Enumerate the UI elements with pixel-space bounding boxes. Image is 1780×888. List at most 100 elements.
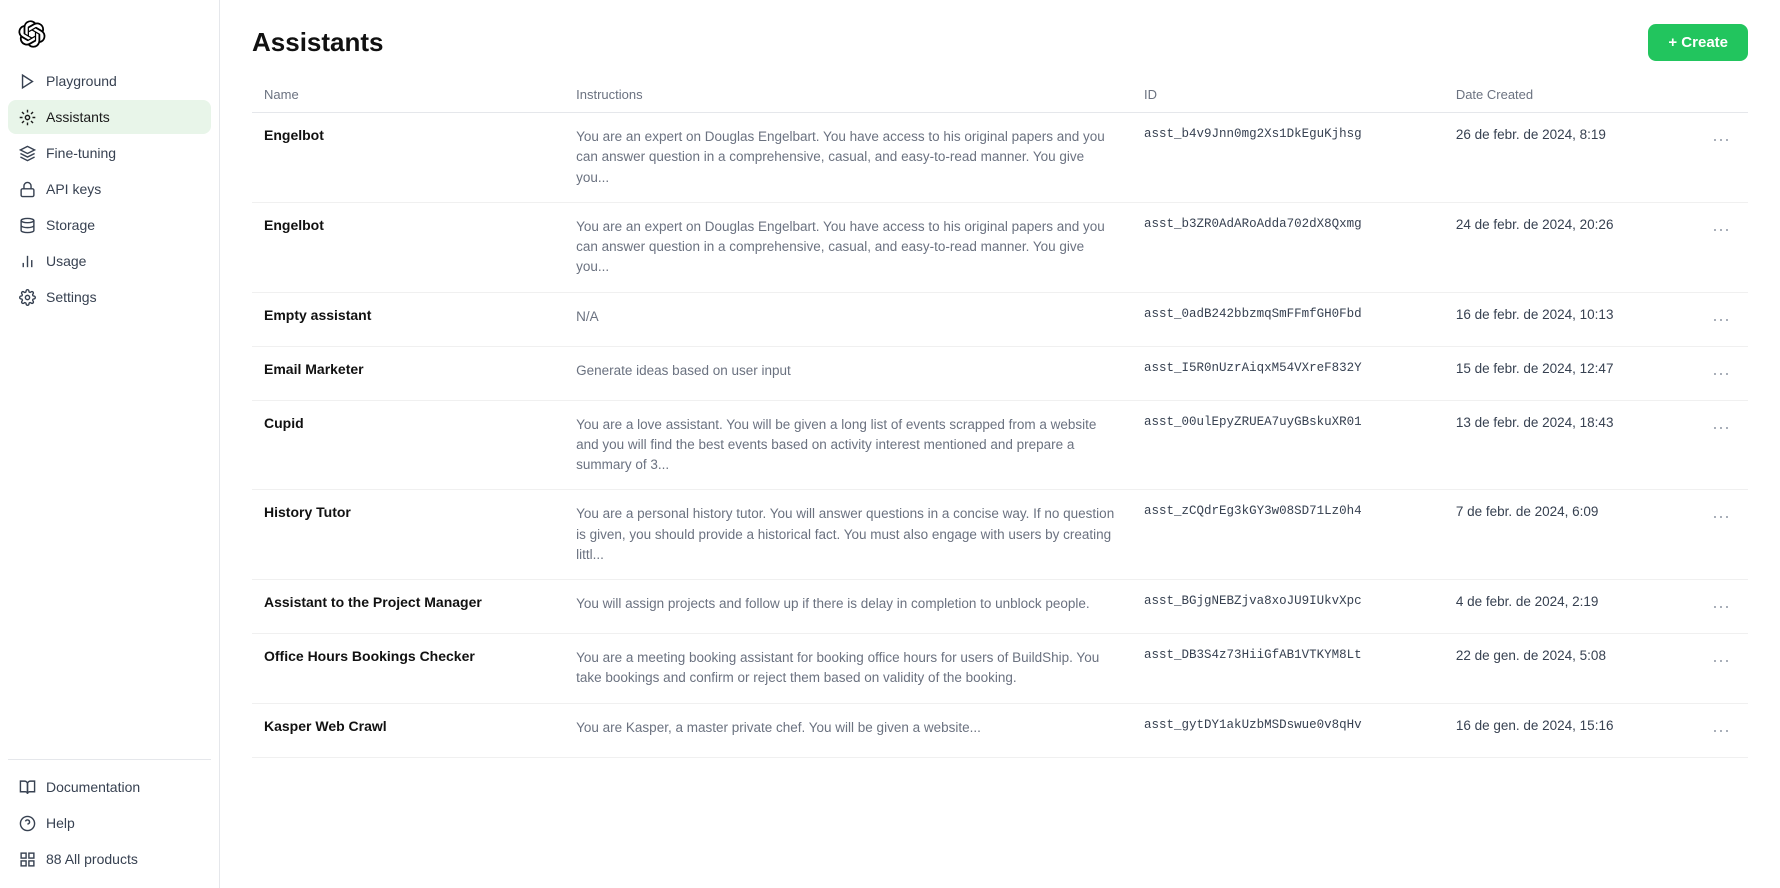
col-actions — [1678, 77, 1748, 113]
page-header: Assistants + Create — [220, 0, 1780, 77]
help-icon — [18, 814, 36, 832]
sidebar-item-storage[interactable]: Storage — [8, 208, 211, 242]
row-more-button[interactable]: ··· — [1706, 127, 1736, 152]
sidebar-item-all-products[interactable]: 88 All products — [8, 842, 211, 876]
cell-date: 16 de gen. de 2024, 15:16 — [1444, 703, 1678, 757]
logo — [8, 12, 211, 64]
usage-icon — [18, 252, 36, 270]
cell-actions: ··· — [1678, 703, 1748, 757]
cell-id: asst_b4v9Jnn0mg2Xs1DkEguKjhsg — [1132, 113, 1444, 203]
table-header: Name Instructions ID Date Created — [252, 77, 1748, 113]
create-button[interactable]: + Create — [1648, 24, 1748, 61]
col-instructions: Instructions — [564, 77, 1132, 113]
playground-icon — [18, 72, 36, 90]
cell-instructions: You are an expert on Douglas Engelbart. … — [564, 202, 1132, 292]
cell-actions: ··· — [1678, 400, 1748, 490]
row-more-button[interactable]: ··· — [1706, 504, 1736, 529]
row-more-button[interactable]: ··· — [1706, 307, 1736, 332]
row-more-button[interactable]: ··· — [1706, 361, 1736, 386]
all-products-icon — [18, 850, 36, 868]
main-content: Assistants + Create Name Instructions ID… — [220, 0, 1780, 888]
row-more-button[interactable]: ··· — [1706, 217, 1736, 242]
api-keys-icon — [18, 180, 36, 198]
sidebar-item-label: Settings — [46, 289, 97, 305]
cell-instructions: N/A — [564, 292, 1132, 346]
cell-actions: ··· — [1678, 346, 1748, 400]
cell-date: 4 de febr. de 2024, 2:19 — [1444, 580, 1678, 634]
table-row[interactable]: Engelbot You are an expert on Douglas En… — [252, 113, 1748, 203]
cell-date: 24 de febr. de 2024, 20:26 — [1444, 202, 1678, 292]
cell-date: 13 de febr. de 2024, 18:43 — [1444, 400, 1678, 490]
table-row[interactable]: Office Hours Bookings Checker You are a … — [252, 634, 1748, 704]
cell-date: 7 de febr. de 2024, 6:09 — [1444, 490, 1678, 580]
sidebar-item-playground[interactable]: Playground — [8, 64, 211, 98]
table-row[interactable]: Assistant to the Project Manager You wil… — [252, 580, 1748, 634]
sidebar-item-assistants[interactable]: Assistants — [8, 100, 211, 134]
fine-tuning-icon — [18, 144, 36, 162]
cell-name: History Tutor — [252, 490, 564, 580]
cell-id: asst_I5R0nUzrAiqxM54VXreF832Y — [1132, 346, 1444, 400]
sidebar-item-fine-tuning[interactable]: Fine-tuning — [8, 136, 211, 170]
sidebar-item-documentation[interactable]: Documentation — [8, 770, 211, 804]
assistants-table-container: Name Instructions ID Date Created Engelb… — [220, 77, 1780, 888]
cell-actions: ··· — [1678, 292, 1748, 346]
cell-instructions: You are a personal history tutor. You wi… — [564, 490, 1132, 580]
table-row[interactable]: Email Marketer Generate ideas based on u… — [252, 346, 1748, 400]
sidebar-item-settings[interactable]: Settings — [8, 280, 211, 314]
cell-name: Office Hours Bookings Checker — [252, 634, 564, 704]
cell-actions: ··· — [1678, 634, 1748, 704]
sidebar-item-api-keys[interactable]: API keys — [8, 172, 211, 206]
cell-date: 16 de febr. de 2024, 10:13 — [1444, 292, 1678, 346]
cell-date: 22 de gen. de 2024, 5:08 — [1444, 634, 1678, 704]
col-id: ID — [1132, 77, 1444, 113]
col-date: Date Created — [1444, 77, 1678, 113]
cell-actions: ··· — [1678, 580, 1748, 634]
sidebar-item-help[interactable]: Help — [8, 806, 211, 840]
sidebar-item-label: Assistants — [46, 109, 110, 125]
cell-date: 15 de febr. de 2024, 12:47 — [1444, 346, 1678, 400]
sidebar-nav: Playground Assistants Fine-tuning API ke… — [8, 64, 211, 751]
row-more-button[interactable]: ··· — [1706, 594, 1736, 619]
assistants-icon — [18, 108, 36, 126]
openai-logo-icon — [18, 20, 46, 48]
table-row[interactable]: Engelbot You are an expert on Douglas En… — [252, 202, 1748, 292]
sidebar-item-label: 88 All products — [46, 851, 138, 867]
sidebar-bottom: Documentation Help 88 All products — [8, 759, 211, 876]
sidebar-item-label: Playground — [46, 73, 117, 89]
table-body: Engelbot You are an expert on Douglas En… — [252, 113, 1748, 758]
storage-icon — [18, 216, 36, 234]
sidebar-item-usage[interactable]: Usage — [8, 244, 211, 278]
row-more-button[interactable]: ··· — [1706, 415, 1736, 440]
cell-name: Kasper Web Crawl — [252, 703, 564, 757]
cell-instructions: Generate ideas based on user input — [564, 346, 1132, 400]
cell-name: Engelbot — [252, 113, 564, 203]
sidebar-item-label: Fine-tuning — [46, 145, 116, 161]
table-row[interactable]: History Tutor You are a personal history… — [252, 490, 1748, 580]
cell-id: asst_DB3S4z73HiiGfAB1VTKYM8Lt — [1132, 634, 1444, 704]
cell-name: Email Marketer — [252, 346, 564, 400]
cell-id: asst_zCQdrEg3kGY3w08SD71Lz0h4 — [1132, 490, 1444, 580]
page-title: Assistants — [252, 27, 384, 58]
cell-instructions: You are a meeting booking assistant for … — [564, 634, 1132, 704]
sidebar-item-label: Usage — [46, 253, 86, 269]
table-row[interactable]: Kasper Web Crawl You are Kasper, a maste… — [252, 703, 1748, 757]
cell-id: asst_0adB242bbzmqSmFFmfGH0Fbd — [1132, 292, 1444, 346]
table-row[interactable]: Cupid You are a love assistant. You will… — [252, 400, 1748, 490]
cell-instructions: You are Kasper, a master private chef. Y… — [564, 703, 1132, 757]
table-row[interactable]: Empty assistant N/A asst_0adB242bbzmqSmF… — [252, 292, 1748, 346]
cell-name: Assistant to the Project Manager — [252, 580, 564, 634]
cell-name: Engelbot — [252, 202, 564, 292]
sidebar-item-label: API keys — [46, 181, 101, 197]
settings-icon — [18, 288, 36, 306]
cell-id: asst_00ulEpyZRUEA7uyGBskuXR01 — [1132, 400, 1444, 490]
cell-actions: ··· — [1678, 202, 1748, 292]
row-more-button[interactable]: ··· — [1706, 718, 1736, 743]
row-more-button[interactable]: ··· — [1706, 648, 1736, 673]
sidebar-item-label: Storage — [46, 217, 95, 233]
sidebar-item-label: Help — [46, 815, 75, 831]
cell-name: Empty assistant — [252, 292, 564, 346]
sidebar: Playground Assistants Fine-tuning API ke… — [0, 0, 220, 888]
cell-id: asst_BGjgNEBZjva8xoJU9IUkvXpc — [1132, 580, 1444, 634]
cell-name: Cupid — [252, 400, 564, 490]
col-name: Name — [252, 77, 564, 113]
